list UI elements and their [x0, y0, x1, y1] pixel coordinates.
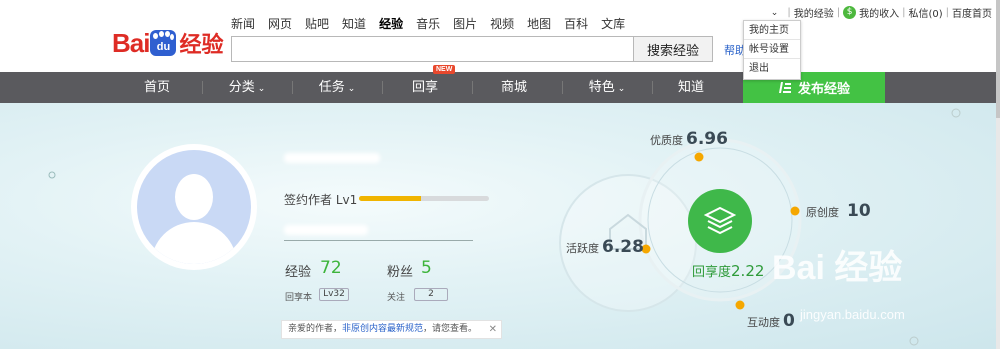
scrollbar[interactable]	[996, 0, 1000, 349]
experience-label: 经验	[285, 265, 312, 280]
watermark-url: jingyan.baidu.com	[800, 307, 905, 322]
nav-link-jingyan[interactable]: 经验	[379, 15, 403, 32]
avatar-frame[interactable]	[131, 144, 257, 270]
layers-icon	[704, 206, 736, 235]
user-bar: ⌄ | 我的经验 | $ 我的收入 | 私信(0) | 百度首页	[770, 5, 992, 20]
fans-label: 粉丝	[387, 265, 414, 280]
experience-count[interactable]: 72	[320, 258, 342, 278]
level-label: 签约作者 Lv1	[284, 193, 358, 207]
menu-item-my-homepage[interactable]: 我的主页	[744, 21, 800, 40]
level-progress-fill	[359, 196, 422, 201]
menu-item-account-settings[interactable]: 帐号设置	[744, 40, 800, 59]
chevron-down-icon: ⌄	[347, 84, 356, 94]
search-input[interactable]	[231, 36, 634, 62]
nav-link-tieba[interactable]: 贴吧	[305, 15, 329, 32]
activity-score: 活跃度 6.28	[566, 237, 644, 257]
huixiang-center[interactable]	[688, 189, 752, 253]
chevron-down-icon: ⌄	[257, 84, 266, 94]
paw-icon: du	[150, 30, 177, 56]
nav-link-web[interactable]: 网页	[268, 15, 292, 32]
mainnav-tasks[interactable]: 任务 ⌄	[292, 72, 382, 103]
huixiang-label: 回享本	[285, 293, 313, 303]
divider	[284, 240, 473, 241]
username-redacted	[284, 153, 380, 163]
quality-score: 优质度 6.96	[650, 129, 728, 149]
huixiang-level-badge[interactable]: Lv32	[319, 288, 349, 301]
mainnav-huixiang[interactable]: 回享	[380, 72, 470, 103]
nav-link-images[interactable]: 图片	[453, 15, 477, 32]
originality-score: 原创度 10	[806, 201, 871, 221]
follow-label: 关注	[387, 293, 406, 303]
chevron-down-icon: ⌄	[617, 84, 626, 94]
publish-label: 发布经验	[797, 82, 850, 97]
mainnav-zhidao[interactable]: 知道	[646, 72, 736, 103]
mainnav-category[interactable]: 分类 ⌄	[202, 72, 292, 103]
menu-item-logout[interactable]: 退出	[744, 59, 800, 78]
my-income-link[interactable]: 我的收入	[859, 5, 899, 20]
user-dropdown-menu: 我的主页 帐号设置 退出	[743, 20, 801, 80]
close-icon[interactable]: ✕	[489, 321, 497, 338]
search-button[interactable]: 搜索经验	[633, 36, 713, 62]
logo-text: Bai	[112, 27, 150, 58]
nav-link-zhidao[interactable]: 知道	[342, 15, 366, 32]
product-nav: 新闻 网页 贴吧 知道 经验 音乐 图片 视频 地图 百科 文库	[231, 15, 638, 32]
new-badge: NEW	[433, 65, 456, 74]
nav-link-map[interactable]: 地图	[527, 15, 551, 32]
avatar	[137, 150, 251, 264]
level-progress-bar	[359, 196, 489, 201]
nav-link-video[interactable]: 视频	[490, 15, 514, 32]
fans-count[interactable]: 5	[421, 258, 432, 278]
top-header: Bai du 经验 新闻 网页 贴吧 知道 经验 音乐 图片 视频 地图 百科 …	[0, 0, 1000, 80]
money-icon: $	[843, 6, 857, 19]
logo-brand: 经验	[179, 33, 224, 58]
pen-icon	[778, 82, 791, 93]
mainnav-home[interactable]: 首页	[112, 72, 202, 103]
notice-link[interactable]: 非原创内容最新规范	[342, 324, 423, 334]
nav-link-news[interactable]: 新闻	[231, 15, 255, 32]
watermark: Bai 经验	[772, 249, 903, 287]
mainnav-featured[interactable]: 特色 ⌄	[562, 72, 652, 103]
user-dropdown-toggle[interactable]: ⌄	[771, 8, 779, 18]
mainnav-mall[interactable]: 商城	[469, 72, 559, 103]
signature-redacted	[284, 225, 368, 235]
my-experience-link[interactable]: 我的经验	[794, 5, 834, 20]
nav-link-wenku[interactable]: 文库	[601, 15, 625, 32]
follow-count[interactable]: 2	[414, 288, 448, 301]
huixiang-score: 回享度2.22	[692, 262, 765, 280]
nav-link-baike[interactable]: 百科	[564, 15, 588, 32]
interaction-score: 互动度 0	[747, 311, 795, 331]
baidu-home-link[interactable]: 百度首页	[952, 5, 992, 20]
notice-banner: 亲爱的作者，非原创内容最新规范，请您查看。 ✕	[281, 320, 502, 339]
scrollbar-thumb[interactable]	[996, 0, 1000, 118]
baidu-jingyan-logo[interactable]: Bai du 经验	[112, 26, 223, 60]
nav-link-music[interactable]: 音乐	[416, 15, 440, 32]
messages-link[interactable]: 私信(0)	[908, 5, 942, 20]
